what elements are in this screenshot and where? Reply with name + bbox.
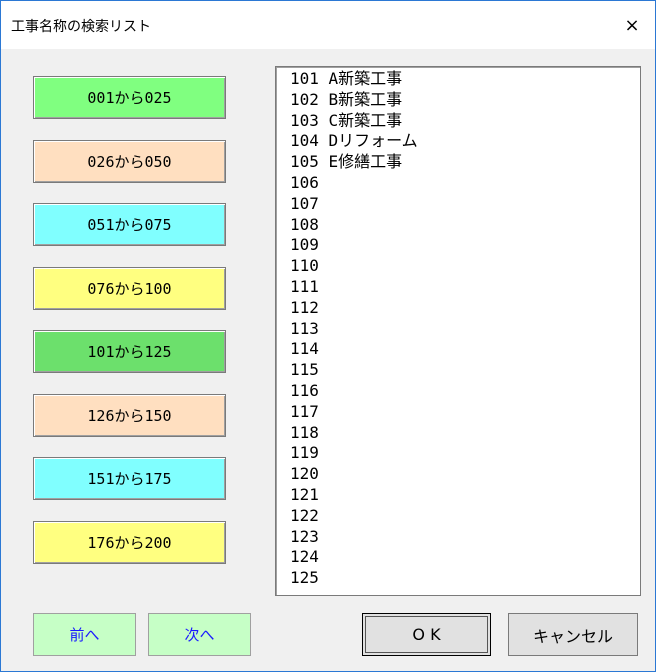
close-icon[interactable]: × (609, 1, 655, 49)
range-button-1[interactable]: 001から025 (33, 76, 226, 119)
construction-name-list[interactable]: 101 A新築工事 102 B新築工事 103 C新築工事 104 Dリフォーム 105… (275, 66, 641, 596)
list-item[interactable]: 111 (290, 276, 319, 297)
list-item[interactable]: 118 (290, 422, 319, 443)
list-item[interactable]: 112 (290, 297, 319, 318)
range-button-8[interactable]: 176から200 (33, 520, 226, 564)
list-item[interactable]: 110 (290, 255, 319, 276)
window-title: 工事名称の検索リスト (11, 19, 151, 35)
list-item[interactable]: 107 (290, 193, 319, 214)
title-bar: 工事名称の検索リスト × (1, 1, 655, 49)
list-item[interactable]: 120 (290, 463, 319, 484)
list-item[interactable]: 108 (290, 214, 319, 235)
prev-button[interactable]: 前へ (33, 613, 136, 656)
range-button-6[interactable]: 126から150 (33, 393, 226, 437)
list-item[interactable]: 117 (290, 401, 319, 422)
cancel-button[interactable]: キャンセル (508, 613, 638, 656)
range-button-3[interactable]: 051から075 (33, 203, 226, 246)
list-item[interactable]: 122 (290, 505, 319, 526)
next-button[interactable]: 次へ (148, 613, 251, 656)
range-button-5[interactable]: 101から125 (33, 330, 226, 373)
ok-button[interactable]: O K (362, 613, 491, 656)
list-item[interactable]: 103 C新築工事 (290, 110, 402, 131)
dialog-window: 工事名称の検索リスト × 001から025 026から050 051から075 076… (0, 0, 656, 672)
list-item[interactable]: 114 (290, 338, 319, 359)
range-button-2[interactable]: 026から050 (33, 139, 226, 183)
range-button-4[interactable]: 076から100 (33, 266, 226, 310)
list-item[interactable]: 124 (290, 546, 319, 567)
list-item[interactable]: 102 B新築工事 (290, 89, 402, 110)
list-item[interactable]: 113 (290, 318, 319, 339)
list-item[interactable]: 105 E修繕工事 (290, 151, 402, 172)
list-item[interactable]: 104 Dリフォーム (290, 130, 418, 151)
range-button-7[interactable]: 151から175 (33, 457, 226, 500)
list-item[interactable]: 123 (290, 526, 319, 547)
list-item[interactable]: 121 (290, 484, 319, 505)
list-item[interactable]: 109 (290, 234, 319, 255)
list-item[interactable]: 106 (290, 172, 319, 193)
list-item[interactable]: 116 (290, 380, 319, 401)
list-item[interactable]: 119 (290, 442, 319, 463)
list-item[interactable]: 101 A新築工事 (290, 68, 402, 89)
list-item[interactable]: 125 (290, 567, 319, 588)
list-item[interactable]: 115 (290, 359, 319, 380)
